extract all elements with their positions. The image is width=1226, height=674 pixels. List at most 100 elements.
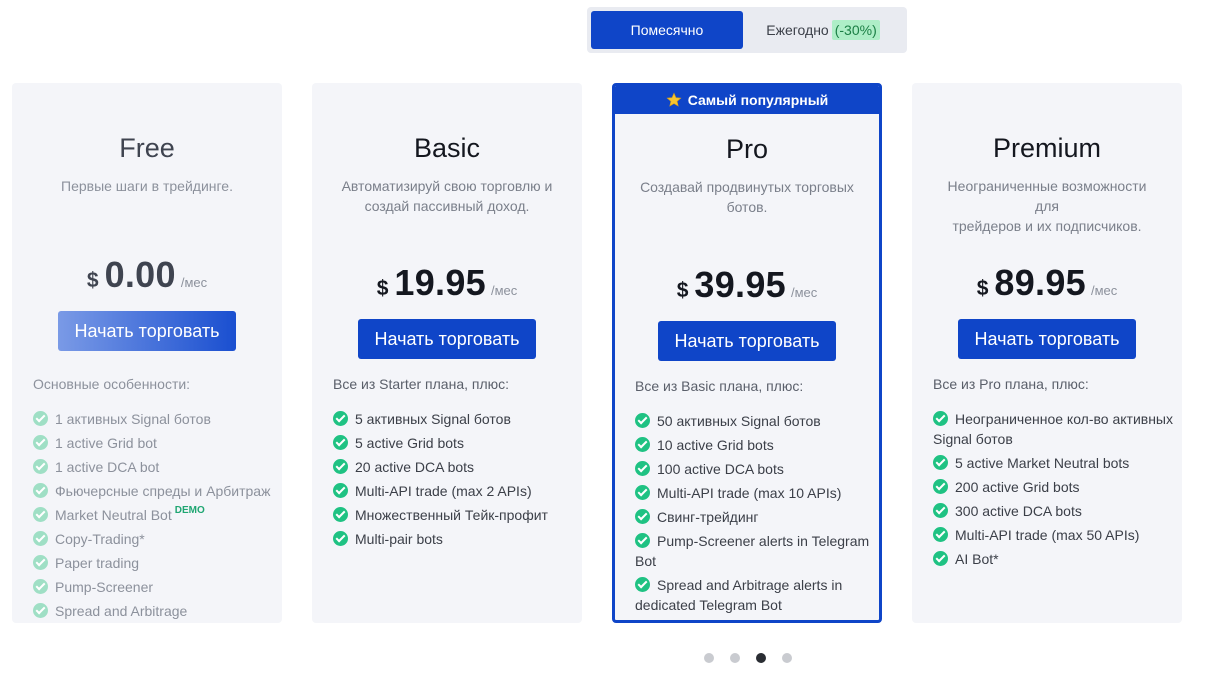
check-icon bbox=[33, 459, 48, 474]
price-currency: $ bbox=[676, 279, 689, 302]
feature-item: AI Bot* bbox=[933, 549, 1176, 569]
check-icon bbox=[33, 579, 48, 594]
feature-item: 20 active DCA bots bbox=[333, 457, 576, 477]
feature-item: Multi-API trade (max 10 APIs) bbox=[635, 483, 873, 503]
feature-text: 300 active DCA bots bbox=[955, 503, 1082, 519]
yearly-label: Ежегодно bbox=[766, 22, 829, 38]
plan-description: Автоматизируй свою торговлю и создай пас… bbox=[312, 176, 582, 216]
feature-item: Свинг-трейдинг bbox=[635, 507, 873, 527]
price-amount: 19.95 bbox=[394, 262, 486, 303]
feature-item: 5 active Grid bots bbox=[333, 433, 576, 453]
carousel-dot-1[interactable] bbox=[704, 653, 714, 663]
feature-item: 1 активных Signal ботов bbox=[33, 409, 276, 429]
start-trading-button[interactable]: Начать торговать bbox=[658, 321, 836, 361]
feature-text: 20 active DCA bots bbox=[355, 459, 475, 475]
monthly-toggle-button[interactable]: Помесячно bbox=[591, 11, 743, 49]
carousel-dot-4[interactable] bbox=[782, 653, 792, 663]
feature-item: Неограниченное кол-во активных Signal бот… bbox=[933, 409, 1176, 449]
check-icon bbox=[33, 603, 48, 618]
plan-price: $ 39.95 /мес bbox=[615, 264, 879, 306]
check-icon bbox=[333, 483, 348, 498]
check-icon bbox=[635, 485, 650, 500]
yearly-toggle-button[interactable]: Ежегодно (-30%) bbox=[743, 11, 903, 49]
start-trading-button[interactable]: Начать торговать bbox=[958, 319, 1136, 359]
feature-item: 300 active DCA bots bbox=[933, 501, 1176, 521]
check-icon bbox=[333, 507, 348, 522]
feature-item: Pump-Screener bbox=[33, 577, 276, 597]
feature-item: 1 active DCA bot bbox=[33, 457, 276, 477]
plan-price: $ 89.95 /мес bbox=[912, 262, 1182, 304]
feature-item: 5 активных Signal ботов bbox=[333, 409, 576, 429]
check-icon bbox=[933, 411, 948, 426]
check-icon bbox=[33, 411, 48, 426]
features-list: Неограниченное кол-во активных Signal бот… bbox=[933, 409, 1176, 573]
feature-line: Bot bbox=[635, 553, 657, 569]
price-period: /мес bbox=[180, 275, 208, 290]
feature-text: 1 active DCA bot bbox=[55, 459, 160, 475]
feature-text: Pump-Screener bbox=[55, 579, 154, 595]
price-period: /мес bbox=[1091, 283, 1118, 298]
feature-item: Market Neutral Bot DEMO bbox=[33, 505, 276, 525]
feature-item: Pump-Screener alerts in Telegram Bot bbox=[635, 531, 873, 571]
check-icon bbox=[333, 531, 348, 546]
feature-item: Copy-Trading* bbox=[33, 529, 276, 549]
check-icon bbox=[635, 437, 650, 452]
feature-text: Market Neutral Bot DEMO bbox=[55, 505, 276, 525]
check-icon bbox=[33, 435, 48, 450]
feature-text: Неограниченное кол-во активных Signal бот… bbox=[933, 409, 1176, 449]
plan-name: Free bbox=[119, 133, 175, 163]
price-currency: $ bbox=[86, 269, 99, 292]
check-icon bbox=[33, 531, 48, 546]
check-icon bbox=[933, 527, 948, 542]
feature-item: 1 active Grid bot bbox=[33, 433, 276, 453]
feature-item: 100 active DCA bots bbox=[635, 459, 873, 479]
feature-item: Multi-API trade (max 2 APIs) bbox=[333, 481, 576, 501]
price-amount: 89.95 bbox=[994, 262, 1086, 303]
features-list: 5 активных Signal ботов 5 active Grid bo… bbox=[333, 409, 576, 553]
plan-description: Первые шаги в трейдинге. bbox=[61, 178, 233, 194]
check-icon bbox=[33, 507, 48, 522]
plan-name: Premium bbox=[992, 133, 1101, 163]
feature-text: Multi-API trade (max 2 APIs) bbox=[355, 483, 532, 499]
description-line: Автоматизируй свою торговлю и bbox=[341, 178, 553, 194]
feature-line: dedicated Telegram Bot bbox=[635, 597, 782, 613]
price-period: /мес bbox=[791, 285, 818, 300]
feature-item: Multi-pair bots bbox=[333, 529, 576, 549]
feature-item: Multi-API trade (max 50 APIs) bbox=[933, 525, 1176, 545]
feature-text: AI Bot* bbox=[955, 551, 999, 567]
feature-text: Multi-API trade (max 10 APIs) bbox=[657, 485, 842, 501]
feature-text: Свинг-трейдинг bbox=[657, 509, 759, 525]
features-title: Все из Basic плана, плюс: bbox=[635, 378, 804, 394]
discount-badge: (-30%) bbox=[831, 20, 880, 40]
popular-banner: Самый популярный bbox=[615, 86, 879, 114]
check-icon bbox=[933, 455, 948, 470]
plan-card-premium: Premium Неограниченные возможности для т… bbox=[912, 83, 1182, 623]
feature-item: 50 активных Signal ботов bbox=[635, 411, 873, 431]
plan-card-basic: Basic Автоматизируй свою торговлю и созд… bbox=[312, 83, 582, 623]
price-amount: 39.95 bbox=[694, 264, 786, 305]
plan-name: Basic bbox=[413, 133, 481, 163]
feature-text: 50 активных Signal ботов bbox=[657, 413, 821, 429]
price-currency: $ bbox=[976, 277, 989, 300]
feature-item: Paper trading bbox=[33, 553, 276, 573]
feature-text: Фьючерсные спреды и Арбитраж bbox=[55, 483, 271, 499]
feature-item: Spread and Arbitrage bbox=[33, 601, 276, 621]
feature-text: Paper trading bbox=[55, 555, 140, 571]
start-trading-button[interactable]: Начать торговать bbox=[358, 319, 536, 359]
feature-text: Multi-API trade (max 50 APIs) bbox=[955, 527, 1140, 543]
carousel-dot-3[interactable] bbox=[756, 653, 766, 663]
plan-card-pro: Самый популярный Pro Создавай продвинуты… bbox=[612, 83, 882, 623]
features-list: 50 активных Signal ботов 10 active Grid … bbox=[635, 411, 873, 619]
check-icon bbox=[635, 577, 650, 592]
features-title: Основные особенности: bbox=[33, 376, 191, 392]
start-trading-button[interactable]: Начать торговать bbox=[58, 311, 236, 351]
feature-text: 5 active Market Neutral bots bbox=[955, 455, 1130, 471]
feature-text: 5 активных Signal ботов bbox=[355, 411, 511, 427]
description-line: Создавай продвинутых торговых bbox=[640, 179, 854, 195]
feature-item: Множественный Тейк-профит bbox=[333, 505, 576, 525]
carousel-dot-2[interactable] bbox=[730, 653, 740, 663]
price-period: /мес bbox=[491, 283, 518, 298]
feature-line: Signal ботов bbox=[933, 431, 1013, 447]
plan-card-free: Free Первые шаги в трейдинге. $ 0.00 /ме… bbox=[12, 83, 282, 623]
description-line: создай пассивный доход. bbox=[364, 198, 530, 214]
